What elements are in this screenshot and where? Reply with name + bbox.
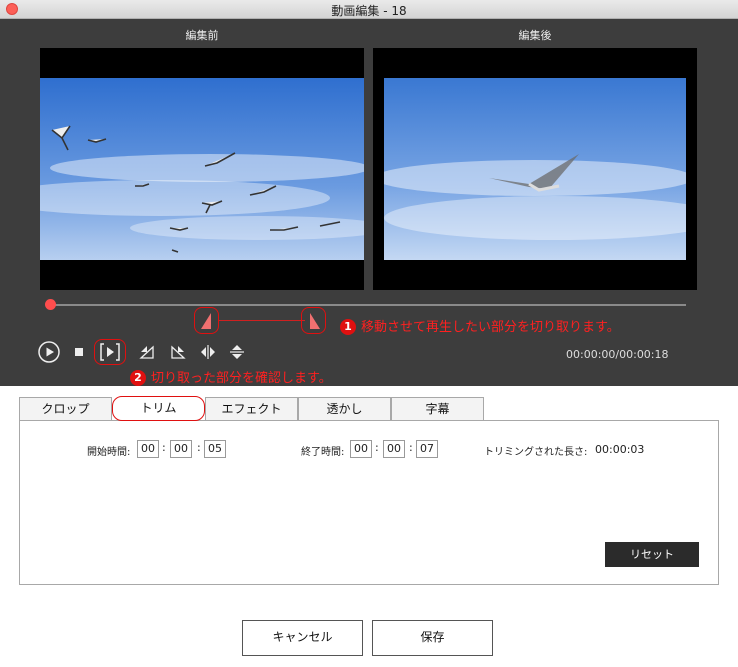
- stop-icon: [75, 348, 83, 356]
- trim-end-marker[interactable]: [302, 309, 326, 333]
- flip-vertical-button[interactable]: [229, 343, 245, 361]
- annotation-1: 1 移動させて再生したい部分を切り取ります。: [340, 316, 620, 335]
- cancel-button[interactable]: キャンセル: [242, 620, 363, 656]
- trim-panel: 開始時間: 00 : 00 : 05 終了時間: 00 : 00 : 07 トリ…: [19, 420, 719, 585]
- flip-horizontal-button[interactable]: [200, 343, 216, 361]
- rotate-left-icon: [139, 345, 154, 359]
- reset-button[interactable]: リセット: [605, 542, 699, 567]
- start-minutes-field[interactable]: 00: [170, 440, 192, 458]
- play-button[interactable]: [38, 341, 60, 363]
- after-label: 編集後: [518, 29, 552, 42]
- annotation-2: 2 切り取った部分を確認します。: [130, 367, 332, 386]
- seek-handle[interactable]: [45, 299, 56, 310]
- stop-button[interactable]: [73, 343, 85, 361]
- time-readout: 00:00:00/00:00:18: [566, 348, 669, 361]
- before-video-frame: [40, 78, 364, 260]
- after-video: [373, 48, 697, 290]
- before-video: [40, 48, 364, 290]
- before-label: 編集前: [185, 29, 219, 42]
- window-title: 動画編集 - 18: [331, 4, 407, 18]
- tab-trim[interactable]: トリム: [112, 396, 205, 421]
- trim-preview-icon: [100, 343, 120, 361]
- end-minutes-field[interactable]: 00: [383, 440, 405, 458]
- end-hours-field[interactable]: 00: [350, 440, 372, 458]
- flip-horizontal-icon: [201, 345, 215, 359]
- start-time-label: 開始時間:: [87, 447, 131, 458]
- trim-preview-button[interactable]: [99, 343, 121, 361]
- rotate-right-icon: [171, 345, 186, 359]
- seek-bar[interactable]: [50, 304, 686, 306]
- end-seconds-field[interactable]: 07: [416, 440, 438, 458]
- colon: :: [197, 441, 201, 454]
- tab-effect[interactable]: エフェクト: [205, 397, 298, 421]
- trim-range-line: [219, 320, 305, 321]
- annotation-2-number: 2: [130, 370, 146, 386]
- colon: :: [162, 441, 166, 454]
- annotation-1-number: 1: [340, 319, 356, 335]
- trim-start-marker[interactable]: [195, 309, 219, 333]
- trim-length-label: トリミングされた長さ:: [484, 447, 588, 458]
- play-icon: [38, 341, 60, 363]
- trim-start-icon: [201, 313, 211, 329]
- rotate-right-button[interactable]: [170, 343, 186, 361]
- colon: :: [409, 441, 413, 454]
- edit-tabs: クロップ エフェクト 透かし 字幕 開始時間: 00 : 00 : 05 終了時…: [19, 396, 719, 585]
- start-hours-field[interactable]: 00: [137, 440, 159, 458]
- tab-subtitle[interactable]: 字幕: [391, 397, 484, 421]
- tab-watermark[interactable]: 透かし: [298, 397, 391, 421]
- colon: :: [375, 441, 379, 454]
- editor-area: 編集前 編集後 1 移動させて再生したい部分を切り取ります。 00:00:00/…: [0, 19, 738, 386]
- flip-vertical-icon: [230, 345, 244, 359]
- end-time-label: 終了時間:: [301, 447, 345, 458]
- save-button[interactable]: 保存: [372, 620, 493, 656]
- after-video-frame: [384, 78, 686, 260]
- trim-end-icon: [310, 313, 320, 329]
- rotate-left-button[interactable]: [139, 343, 155, 361]
- tab-crop[interactable]: クロップ: [19, 397, 112, 421]
- start-seconds-field[interactable]: 05: [204, 440, 226, 458]
- trim-length-value: 00:00:03: [595, 443, 645, 456]
- title-bar: 動画編集 - 18: [0, 0, 738, 19]
- annotation-1-text: 移動させて再生したい部分を切り取ります。: [361, 320, 620, 335]
- annotation-2-text: 切り取った部分を確認します。: [151, 371, 332, 386]
